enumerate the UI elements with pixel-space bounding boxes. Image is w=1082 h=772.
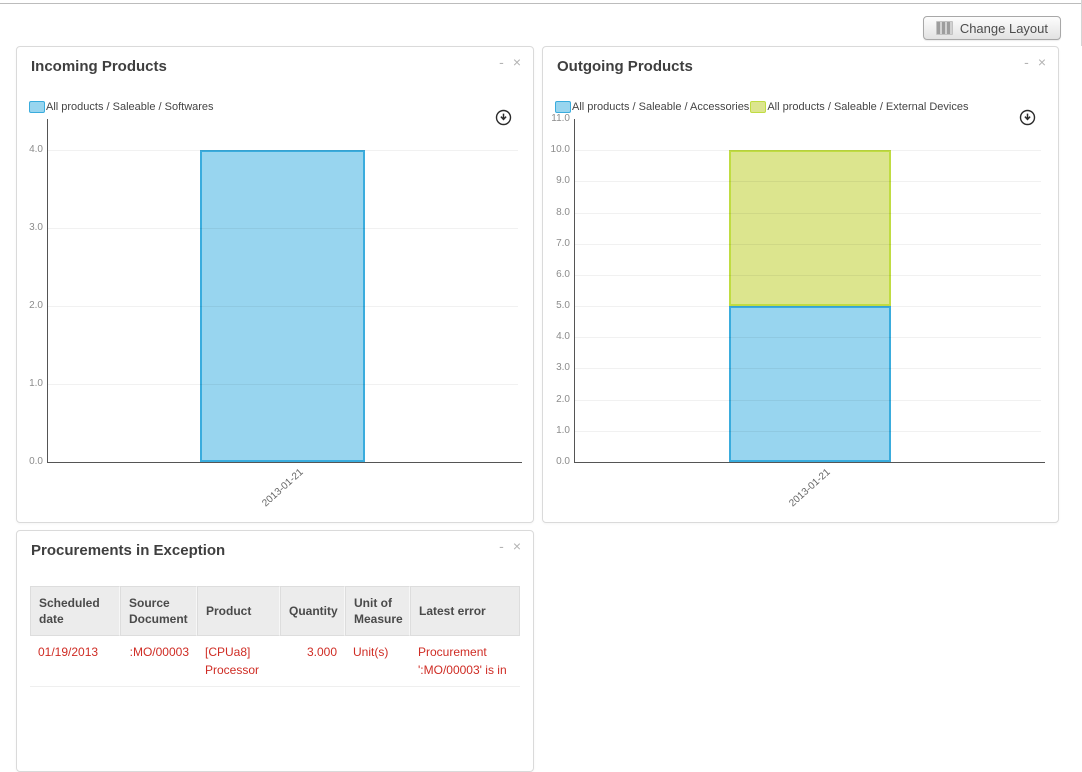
table-header-cell: Scheduled date xyxy=(30,586,120,636)
legend-swatch-icon xyxy=(750,101,766,113)
legend-label: All products / Saleable / Accessories xyxy=(572,101,749,113)
close-icon[interactable]: × xyxy=(1038,55,1046,69)
panel-controls: - × xyxy=(499,55,521,69)
columns-layout-icon xyxy=(936,21,953,35)
minimize-icon[interactable]: - xyxy=(499,55,504,69)
y-axis-line xyxy=(47,119,48,462)
y-tick-label: 0.0 xyxy=(11,457,43,467)
panel-controls: - × xyxy=(499,539,521,553)
gridline xyxy=(575,275,1041,276)
change-layout-button[interactable]: Change Layout xyxy=(923,16,1061,40)
y-tick-label: 4.0 xyxy=(11,145,43,155)
incoming-products-panel: Incoming Products - × All products / Sal… xyxy=(16,46,534,523)
legend-label: All products / Saleable / Softwares xyxy=(46,101,214,113)
y-tick-label: 0.0 xyxy=(538,457,570,467)
panel-controls: - × xyxy=(1024,55,1046,69)
procurements-table: Scheduled dateSource DocumentProductQuan… xyxy=(30,586,520,687)
table-cell: [CPUa8] Processor xyxy=(197,636,280,687)
table-row[interactable]: 01/19/2013:MO/00003[CPUa8] Processor3.00… xyxy=(30,636,520,687)
gridline xyxy=(48,228,518,229)
y-tick-label: 7.0 xyxy=(538,239,570,249)
chart-legend: All products / Saleable / Accessories All… xyxy=(555,101,969,113)
chart-plot-area: 0.01.02.03.04.05.06.07.08.09.010.011.020… xyxy=(575,119,1041,462)
gridline xyxy=(575,368,1041,369)
y-tick-label: 1.0 xyxy=(538,426,570,436)
y-tick-label: 11.0 xyxy=(538,114,570,124)
table-header-cell: Quantity xyxy=(280,586,345,636)
minimize-icon[interactable]: - xyxy=(1024,55,1029,69)
table-cell: 01/19/2013 xyxy=(30,636,120,687)
x-tick-label: 2013-01-21 xyxy=(787,467,832,509)
y-tick-label: 10.0 xyxy=(538,145,570,155)
table-body: 01/19/2013:MO/00003[CPUa8] Processor3.00… xyxy=(30,636,520,687)
legend-item: All products / Saleable / External Devic… xyxy=(750,101,968,113)
gridline xyxy=(48,150,518,151)
gridline xyxy=(575,213,1041,214)
close-icon[interactable]: × xyxy=(513,539,521,553)
x-tick-label: 2013-01-21 xyxy=(260,467,305,509)
table-header-cell: Source Document xyxy=(120,586,197,636)
y-tick-label: 2.0 xyxy=(538,395,570,405)
y-tick-label: 8.0 xyxy=(538,208,570,218)
procurements-exception-panel: Procurements in Exception - × Scheduled … xyxy=(16,530,534,772)
gridline xyxy=(575,431,1041,432)
gridline xyxy=(575,400,1041,401)
gridline xyxy=(575,244,1041,245)
y-axis-line xyxy=(574,119,575,462)
chart-legend: All products / Saleable / Softwares xyxy=(29,101,215,113)
table-header: Scheduled dateSource DocumentProductQuan… xyxy=(30,586,520,636)
table-cell: 3.000 xyxy=(280,636,345,687)
gridline xyxy=(48,384,518,385)
panel-title: Incoming Products xyxy=(31,58,167,75)
panel-title: Procurements in Exception xyxy=(31,542,225,559)
gridline xyxy=(575,181,1041,182)
y-tick-label: 3.0 xyxy=(11,223,43,233)
top-divider xyxy=(0,3,1082,4)
legend-swatch-icon xyxy=(29,101,45,113)
y-tick-label: 5.0 xyxy=(538,301,570,311)
legend-label: All products / Saleable / External Devic… xyxy=(767,101,968,113)
outgoing-products-panel: Outgoing Products - × All products / Sal… xyxy=(542,46,1059,523)
y-tick-label: 9.0 xyxy=(538,176,570,186)
table-header-cell: Latest error xyxy=(410,586,520,636)
legend-item: All products / Saleable / Accessories xyxy=(555,101,749,113)
gridline xyxy=(48,306,518,307)
change-layout-label: Change Layout xyxy=(960,21,1048,36)
close-icon[interactable]: × xyxy=(513,55,521,69)
gridline xyxy=(575,150,1041,151)
y-tick-label: 1.0 xyxy=(11,379,43,389)
gridline xyxy=(575,337,1041,338)
x-axis-line xyxy=(574,462,1045,463)
bar-segment[interactable] xyxy=(729,306,891,462)
legend-swatch-icon xyxy=(555,101,571,113)
y-tick-label: 4.0 xyxy=(538,332,570,342)
panel-title: Outgoing Products xyxy=(557,58,693,75)
gridline xyxy=(575,306,1041,307)
y-tick-label: 3.0 xyxy=(538,363,570,373)
table-header-cell: Unit of Measure xyxy=(345,586,410,636)
bar-segment[interactable] xyxy=(729,150,891,306)
y-tick-label: 6.0 xyxy=(538,270,570,280)
table-cell: Unit(s) xyxy=(345,636,410,687)
x-axis-line xyxy=(47,462,522,463)
table-cell: Procurement ':MO/00003' is in xyxy=(410,636,520,687)
chart-plot-area: 0.01.02.03.04.02013-01-21 xyxy=(48,119,518,462)
table-cell: :MO/00003 xyxy=(120,636,197,687)
table-header-cell: Product xyxy=(197,586,280,636)
legend-item: All products / Saleable / Softwares xyxy=(29,101,214,113)
y-tick-label: 2.0 xyxy=(11,301,43,311)
minimize-icon[interactable]: - xyxy=(499,539,504,553)
